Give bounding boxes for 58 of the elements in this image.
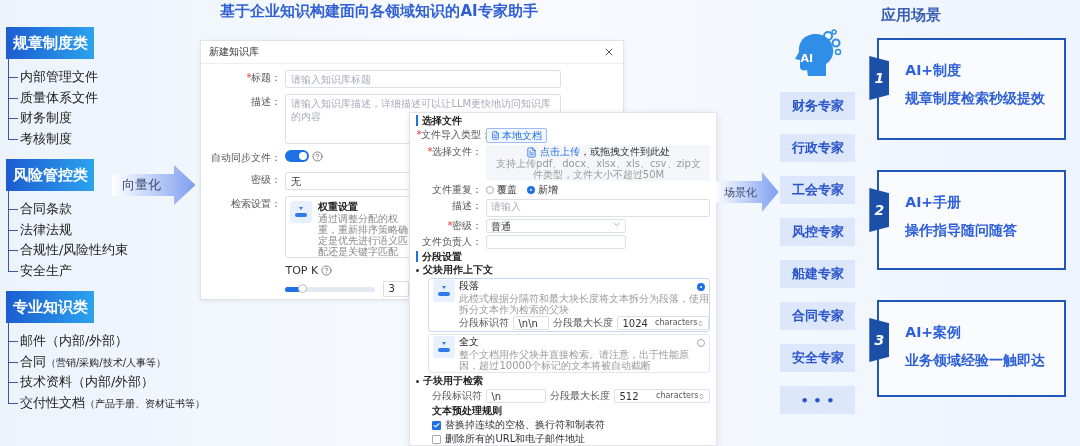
- tree-item: 安全生产: [8, 260, 72, 281]
- tree-item: 质量体系文件: [8, 87, 98, 108]
- step-number-badge: 1: [869, 56, 890, 100]
- tree-item: 技术资料（内部/外部）: [8, 372, 155, 393]
- section-title: 应用场景: [880, 6, 943, 26]
- scenario-title: AI+制度: [905, 62, 963, 80]
- ai-label: AI: [800, 52, 814, 65]
- scenario-title: AI+手册: [905, 194, 963, 212]
- field-label: 文件负责人：: [421, 235, 483, 249]
- upload-instruction: 点击上传，或拖拽文件到此处: [540, 146, 671, 158]
- upload-hint: 支持上传pdf、docx、xlsx、xls、csv、zip文件类型，文件大小不超过50M: [495, 158, 702, 180]
- field-label: TOP K: [285, 264, 319, 277]
- scenario-subtitle: 操作指导随问随答: [905, 222, 1019, 240]
- section-title: 分段设置: [416, 251, 711, 262]
- mode-description: 此模式根据分隔符和最大块长度将文本拆分为段落，使用拆分文本作为检索的父块: [459, 293, 710, 315]
- option-description: 通过调整分配的权重，重新排序策略确定是优先进行语义匹配还是关键字匹配: [318, 213, 410, 257]
- subsection-title: 文本预处理规则: [432, 405, 503, 417]
- field-label: 文件重复：: [431, 183, 483, 197]
- tree-item: 合同条款: [8, 199, 72, 220]
- scenario-title: AI+案例: [905, 324, 963, 342]
- dialog-title: 新建知识库: [209, 45, 260, 59]
- category-header: 风险管控类: [6, 159, 94, 191]
- tree-item: 内部管理文件: [8, 67, 98, 88]
- tree-item: 合规性/风险性约束: [8, 240, 129, 261]
- subsection-title: 父块用作上下文: [423, 264, 494, 276]
- step-number-badge: 3: [869, 318, 890, 362]
- tree-item: 邮件（内部/外部）: [8, 331, 129, 352]
- tree-item: 法律法规: [8, 219, 72, 240]
- field-label: 分段标识符: [432, 389, 483, 403]
- category-header: 专业知识类: [6, 291, 94, 323]
- field-label: 描述：: [250, 95, 282, 109]
- field-label: 检索设置：: [230, 197, 282, 211]
- arrow-label: 场景化: [724, 184, 758, 200]
- field-label: 分段最大长度: [553, 316, 614, 330]
- field-label: 分段最大长度: [550, 389, 611, 403]
- tree-item: 财务制度: [8, 108, 72, 129]
- subsection-title: 子块用于检索: [423, 375, 484, 387]
- tree-item: 交付性文档（产品手册、资材证书等）: [8, 392, 205, 413]
- field-label: 描述：: [451, 199, 483, 213]
- tree-item: 合同（营销/采购/技术/人事等）: [8, 351, 167, 372]
- scenario-subtitle: 规章制度检索秒级提效: [905, 90, 1047, 108]
- tree-item: 考核制度: [8, 128, 72, 149]
- mode-title: 段落: [459, 280, 480, 292]
- arrow-label: 向量化: [122, 176, 161, 194]
- field-label: *标题：: [245, 71, 282, 85]
- field-label: 自动同步文件：: [210, 151, 282, 165]
- mode-description: 整个文档用作父块并直接检索。请注意，出于性能原因，超过10000个标记的文本将被自动截断: [459, 349, 691, 371]
- option-title: 权重设置: [318, 201, 360, 213]
- step-number-badge: 2: [869, 188, 890, 232]
- category-header: 规章制度类: [6, 27, 94, 59]
- field-label: 密级：: [250, 173, 282, 187]
- field-label: 分段标识符: [459, 316, 510, 330]
- section-title: 选择文件: [416, 115, 711, 126]
- mode-title: 全文: [459, 336, 480, 348]
- field-label: *密级：: [446, 219, 483, 233]
- scenario-subtitle: 业务领域经验一触即达: [905, 352, 1047, 370]
- field-label: *选择文件：: [426, 145, 483, 159]
- page-title: 基于企业知识构建面向各领域知识的AI专家助手: [219, 1, 539, 22]
